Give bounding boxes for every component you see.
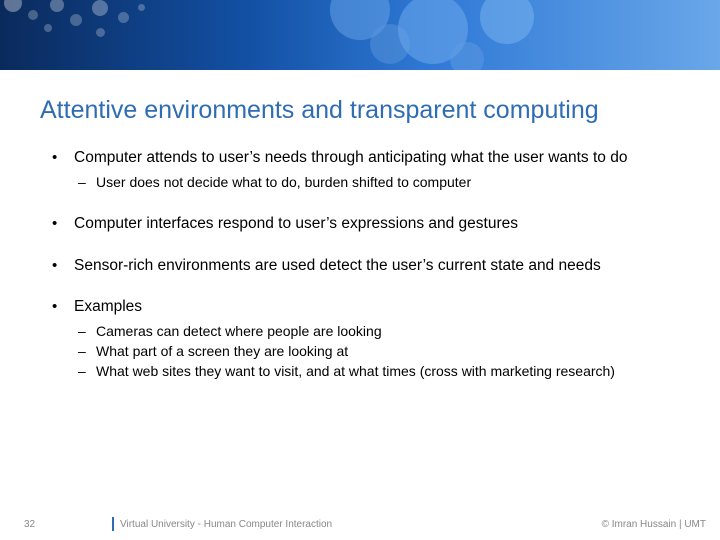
page-number: 32 <box>24 519 35 530</box>
sub-bullet-item: What part of a screen they are looking a… <box>74 343 684 361</box>
bullet-item: Computer interfaces respond to user’s ex… <box>44 214 684 234</box>
footer-separator <box>112 517 114 531</box>
slide-content: Computer attends to user’s needs through… <box>44 148 684 403</box>
sub-bullet-text: User does not decide what to do, burden … <box>96 174 471 190</box>
decor-dot <box>118 12 129 23</box>
sub-bullet-item: What web sites they want to visit, and a… <box>74 363 684 381</box>
bullet-item: Examples Cameras can detect where people… <box>44 297 684 381</box>
bullet-text: Sensor-rich environments are used detect… <box>74 257 601 274</box>
slide: Attentive environments and transparent c… <box>0 0 720 540</box>
bullet-item: Computer attends to user’s needs through… <box>44 148 684 192</box>
decor-dot <box>138 4 145 11</box>
sub-bullet-item: Cameras can detect where people are look… <box>74 323 684 341</box>
bullet-text: Computer interfaces respond to user’s ex… <box>74 215 518 232</box>
sub-bullet-item: User does not decide what to do, burden … <box>74 174 684 192</box>
decor-dot <box>96 28 105 37</box>
decor-circle <box>480 0 534 44</box>
footer-copyright: © Imran Hussain | UMT <box>602 519 706 530</box>
sub-bullet-text: What part of a screen they are looking a… <box>96 343 348 359</box>
decor-dot <box>44 24 52 32</box>
slide-title: Attentive environments and transparent c… <box>40 96 680 125</box>
decor-dot <box>70 14 82 26</box>
decor-circle <box>450 42 484 70</box>
decor-dot <box>50 0 64 12</box>
header-banner <box>0 0 720 70</box>
bullet-item: Sensor-rich environments are used detect… <box>44 256 684 276</box>
decor-dot <box>92 0 108 16</box>
bullet-text: Examples <box>74 298 142 315</box>
decor-dot <box>28 10 38 20</box>
sub-bullet-text: Cameras can detect where people are look… <box>96 323 382 339</box>
footer-course: Virtual University - Human Computer Inte… <box>120 519 332 530</box>
decor-dot <box>4 0 22 12</box>
footer: 32 Virtual University - Human Computer I… <box>0 512 720 530</box>
bullet-text: Computer attends to user’s needs through… <box>74 149 627 166</box>
sub-bullet-text: What web sites they want to visit, and a… <box>96 363 615 379</box>
